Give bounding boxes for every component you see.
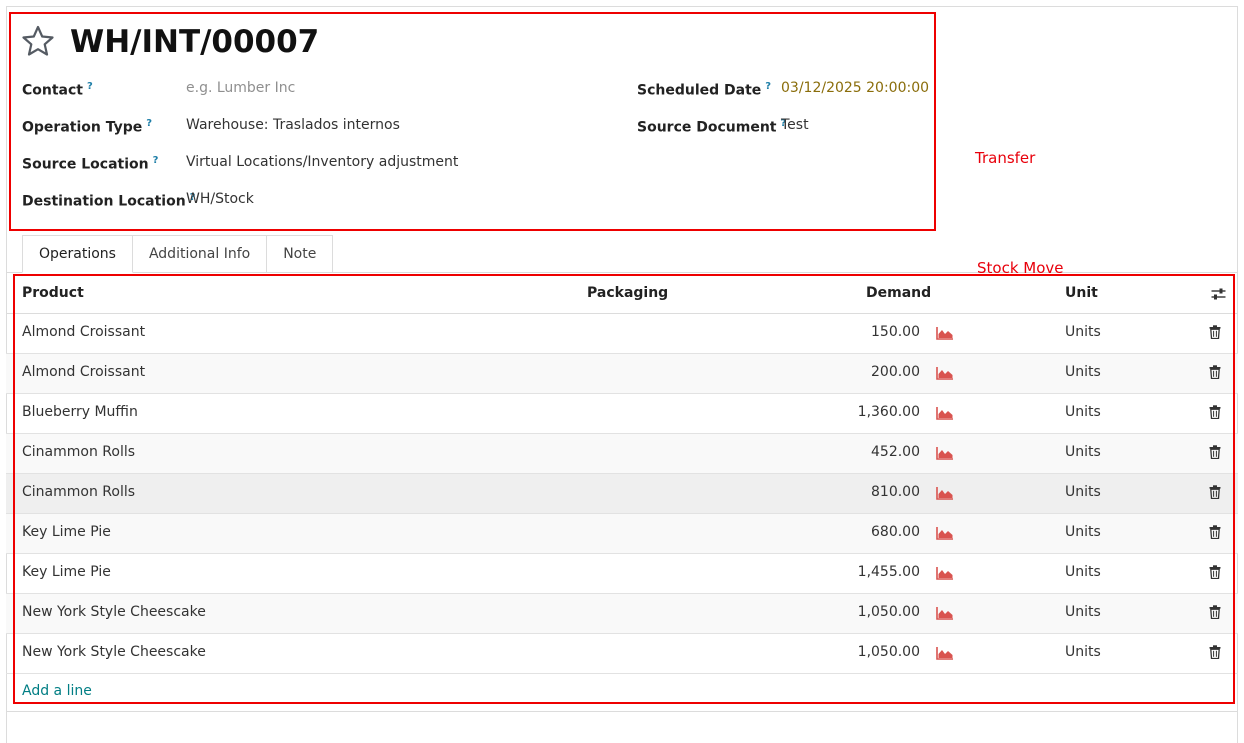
footer-divider bbox=[6, 711, 1238, 712]
transfer-annotation-label: Transfer bbox=[975, 149, 1036, 167]
transfer-annotation-box bbox=[9, 12, 936, 231]
tab-additional-info[interactable]: Additional Info bbox=[132, 235, 268, 273]
stock-move-annotation-box bbox=[13, 274, 1235, 704]
tab-note[interactable]: Note bbox=[267, 235, 334, 273]
stock-move-annotation-label: Stock Move bbox=[977, 259, 1064, 277]
tab-operations[interactable]: Operations bbox=[22, 235, 133, 273]
notebook-tabs: Operations Additional Info Note bbox=[22, 235, 334, 273]
